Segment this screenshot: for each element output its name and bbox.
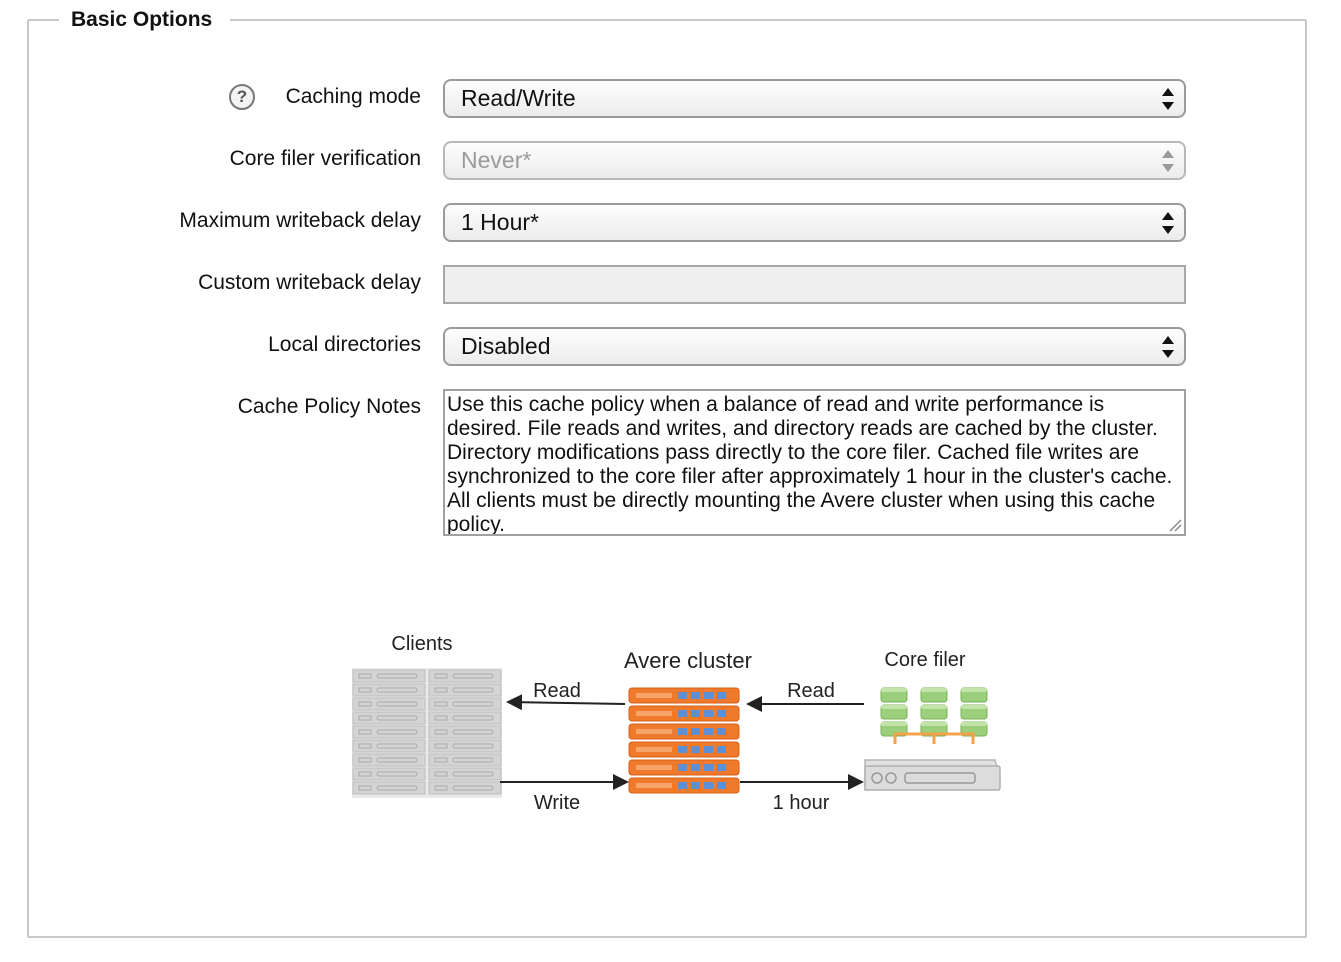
- max-writeback-delay-label: Maximum writeback delay: [179, 209, 421, 232]
- select-arrows-icon: [1162, 149, 1174, 173]
- question-mark-icon[interactable]: ?: [229, 84, 255, 110]
- local-directories-label: Local directories: [268, 333, 421, 356]
- caching-mode-select[interactable]: Read/Write: [443, 79, 1186, 118]
- custom-writeback-delay-label: Custom writeback delay: [198, 271, 421, 294]
- cache-policy-notes-text: Use this cache policy when a balance of …: [447, 393, 1173, 536]
- cache-policy-notes-textarea[interactable]: Use this cache policy when a balance of …: [443, 389, 1186, 536]
- max-writeback-delay-select[interactable]: 1 Hour*: [443, 203, 1186, 242]
- writeback-delay-label: 1 hour: [773, 792, 830, 814]
- select-arrows-icon: [1162, 335, 1174, 359]
- read-right-label: Read: [787, 680, 835, 702]
- avere-cluster-icon: [628, 687, 740, 794]
- read-left-label: Read: [533, 680, 581, 702]
- section-title: Basic Options: [71, 8, 213, 31]
- max-writeback-delay-value: 1 Hour*: [461, 209, 539, 235]
- write-label: Write: [534, 792, 580, 814]
- core-filer-verification-select[interactable]: Never*: [443, 141, 1186, 180]
- clients-rack-icon: [352, 668, 502, 798]
- core-filer-verification-value: Never*: [461, 147, 532, 173]
- core-filer-verification-label: Core filer verification: [229, 147, 421, 170]
- resize-grip-icon[interactable]: [1168, 518, 1182, 532]
- caching-mode-value: Read/Write: [461, 85, 576, 111]
- custom-writeback-delay-input[interactable]: [443, 265, 1186, 304]
- select-arrows-icon: [1162, 87, 1174, 111]
- cache-policy-notes-label: Cache Policy Notes: [237, 395, 421, 418]
- read-to-clients-arrow: [506, 694, 626, 711]
- core-filer-label: Core filer: [884, 649, 965, 671]
- avere-cluster-label: Avere cluster: [624, 648, 752, 673]
- core-filer-icon: [864, 687, 1001, 791]
- local-directories-value: Disabled: [461, 333, 551, 359]
- cache-policy-diagram: Clients Avere cluster Core filer Read Re…: [352, 633, 1001, 814]
- select-arrows-icon: [1162, 211, 1174, 235]
- clients-label: Clients: [391, 633, 452, 655]
- caching-mode-label: Caching mode: [285, 85, 421, 108]
- local-directories-select[interactable]: Disabled: [443, 327, 1186, 366]
